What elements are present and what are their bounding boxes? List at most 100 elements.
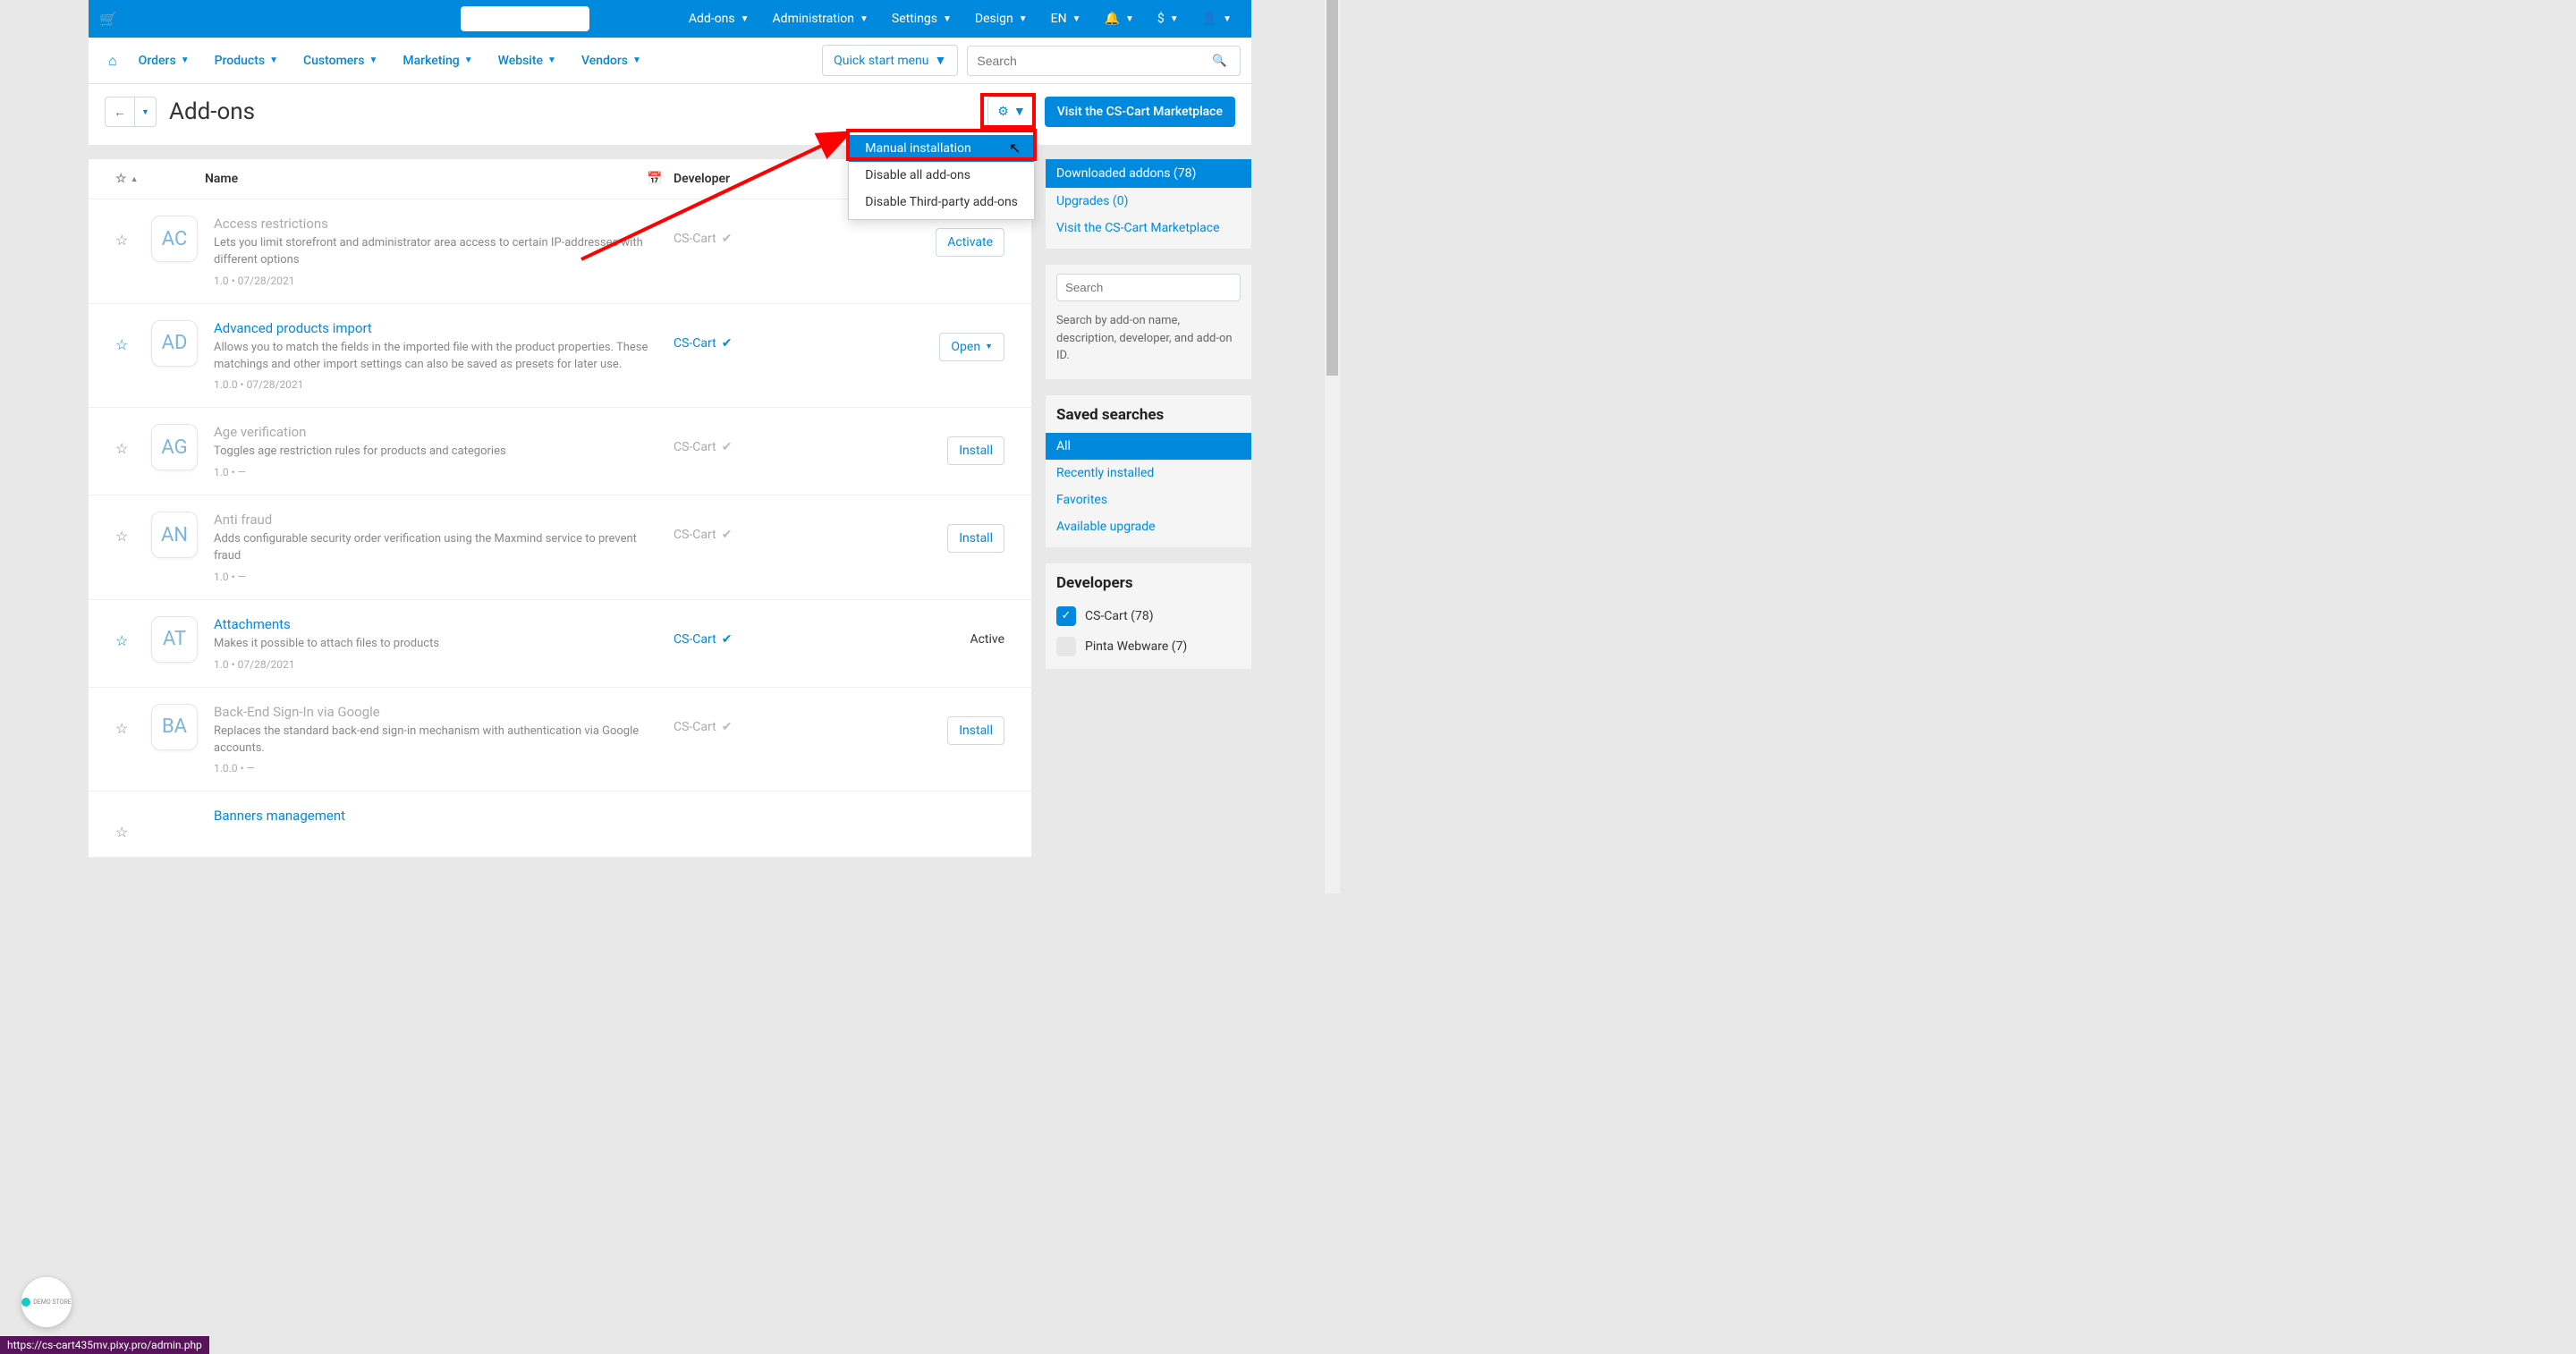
notifications-icon[interactable]: 🔔 ▼ <box>1096 0 1143 38</box>
addon-badge: AD <box>151 320 198 367</box>
top-administration[interactable]: Administration▼ <box>764 0 877 38</box>
sidebar-upgrades[interactable]: Upgrades (0) <box>1046 188 1251 215</box>
global-search-input[interactable] <box>967 46 1199 76</box>
addon-row: ☆ Banners management <box>89 791 1031 858</box>
top-settings[interactable]: Settings▼ <box>883 0 961 38</box>
cart-icon[interactable]: 🛒 <box>99 11 117 28</box>
addon-developer: CS-Cart✔ <box>674 424 888 454</box>
developer-filter-label: CS-Cart (78) <box>1085 609 1154 623</box>
favorite-star[interactable]: ☆ <box>115 808 151 841</box>
scrollbar-thumb[interactable] <box>1326 0 1338 376</box>
nav-products[interactable]: Products▼ <box>202 54 291 68</box>
addon-description: Toggles age restriction rules for produc… <box>214 444 656 461</box>
menu-disable-third-party[interactable]: Disable Third-party add-ons <box>849 189 1034 216</box>
addon-description: Replaces the standard back-end sign-in m… <box>214 724 656 757</box>
developer-link[interactable]: CS-Cart <box>674 232 716 246</box>
sidebar-search-card: Search by add-on name, description, deve… <box>1046 265 1251 379</box>
addon-action-button[interactable]: Install <box>947 716 1004 745</box>
developer-link[interactable]: CS-Cart <box>674 720 716 734</box>
addon-badge: AT <box>151 616 198 663</box>
addon-row: ☆ AG Age verification Toggles age restri… <box>89 408 1031 495</box>
nav-website[interactable]: Website▼ <box>486 54 569 68</box>
addon-meta: 1.0 • 07/28/2021 <box>214 658 656 671</box>
addon-action-button[interactable]: Install <box>947 524 1004 553</box>
developer-link[interactable]: CS-Cart <box>674 528 716 542</box>
addon-action-button[interactable]: Activate <box>936 228 1004 257</box>
favorite-star[interactable]: ☆ <box>115 616 151 649</box>
nav-marketing[interactable]: Marketing▼ <box>390 54 485 68</box>
saved-recently-installed[interactable]: Recently installed <box>1046 460 1251 487</box>
top-addons[interactable]: Add-ons▼ <box>680 0 758 38</box>
addon-meta: 1.0.0 • — <box>214 762 656 774</box>
favorite-star[interactable]: ☆ <box>115 424 151 457</box>
sidebar-saved-searches: Saved searches All Recently installed Fa… <box>1046 395 1251 547</box>
developer-filter-label: Pinta Webware (7) <box>1085 639 1187 654</box>
sidebar-downloads: Downloaded addons (78) Upgrades (0) Visi… <box>1046 159 1251 249</box>
top-language[interactable]: EN▼ <box>1042 0 1090 38</box>
menu-disable-all-addons[interactable]: Disable all add-ons <box>849 162 1034 189</box>
addon-row: ☆ AD Advanced products import Allows you… <box>89 304 1031 409</box>
nav-customers[interactable]: Customers▼ <box>291 54 390 68</box>
main-nav: ⌂ Orders▼ Products▼ Customers▼ Marketing… <box>89 38 1251 84</box>
addon-status: Active <box>970 629 1004 647</box>
developers-title: Developers <box>1046 563 1251 601</box>
addon-action-button[interactable]: Open ▼ <box>939 333 1004 361</box>
addon-developer: CS-Cart✔ <box>674 216 888 246</box>
page-title: Add-ons <box>169 98 255 125</box>
addon-name[interactable]: Banners management <box>214 808 656 824</box>
nav-vendors[interactable]: Vendors▼ <box>569 54 654 68</box>
sidebar-visit-marketplace[interactable]: Visit the CS-Cart Marketplace <box>1046 215 1251 241</box>
saved-available-upgrade[interactable]: Available upgrade <box>1046 513 1251 540</box>
demo-store-badge[interactable]: DEMO STORE <box>21 1277 72 1327</box>
saved-searches-title: Saved searches <box>1046 395 1251 433</box>
favorite-star[interactable]: ☆ <box>115 320 151 353</box>
saved-favorites[interactable]: Favorites <box>1046 487 1251 513</box>
developer-link[interactable]: CS-Cart <box>674 440 716 454</box>
sidebar-downloaded-addons[interactable]: Downloaded addons (78) <box>1046 159 1251 188</box>
addon-meta: 1.0 • 07/28/2021 <box>214 275 656 287</box>
col-name[interactable]: Name <box>151 172 647 186</box>
status-bar-url: https://cs-cart435mv.pixy.pro/admin.php <box>0 1336 209 1354</box>
checkbox-icon[interactable]: ✓ <box>1056 606 1076 626</box>
gear-button[interactable]: ⚙▼ <box>987 97 1035 126</box>
addon-name[interactable]: Attachments <box>214 616 656 632</box>
currency-icon[interactable]: $ ▼ <box>1148 0 1188 38</box>
top-design[interactable]: Design▼ <box>966 0 1037 38</box>
calendar-icon[interactable]: 📅 <box>647 172 674 186</box>
visit-marketplace-button[interactable]: Visit the CS-Cart Marketplace <box>1045 97 1235 127</box>
addon-name: Age verification <box>214 424 656 440</box>
user-icon[interactable]: 👤 ▼ <box>1193 0 1241 38</box>
addon-meta: 1.0.0 • 07/28/2021 <box>214 378 656 391</box>
saved-all-tab[interactable]: All <box>1046 433 1251 460</box>
favorite-star[interactable]: ☆ <box>115 512 151 545</box>
addon-name[interactable]: Advanced products import <box>214 320 656 336</box>
addon-name: Anti fraud <box>214 512 656 528</box>
quick-start-menu-button[interactable]: Quick start menu▼ <box>822 45 958 76</box>
addon-action-button[interactable]: Install <box>947 436 1004 465</box>
developer-link[interactable]: CS-Cart <box>674 632 716 647</box>
global-search-button[interactable]: 🔍 <box>1199 46 1241 76</box>
nav-orders[interactable]: Orders▼ <box>126 54 202 68</box>
verified-icon: ✔ <box>722 632 733 647</box>
addon-badge: AN <box>151 512 198 558</box>
page-header: ← ▼ Add-ons ⚙▼ Manual installation Disab… <box>89 84 1251 145</box>
scrollbar[interactable] <box>1325 0 1340 893</box>
sidebar-search-input[interactable] <box>1056 274 1241 301</box>
favorite-star[interactable]: ☆ <box>115 216 151 249</box>
developer-filter-row[interactable]: Pinta Webware (7) <box>1046 631 1251 662</box>
menu-manual-installation[interactable]: Manual installation <box>849 135 1034 162</box>
sidebar: Downloaded addons (78) Upgrades (0) Visi… <box>1046 159 1251 858</box>
store-setup-wizard-button[interactable]: Store setup wizard <box>461 6 589 31</box>
addon-badge: AC <box>151 216 198 262</box>
back-dropdown[interactable]: ▼ <box>135 97 157 127</box>
verified-icon: ✔ <box>722 336 733 351</box>
favorite-star[interactable]: ☆ <box>115 704 151 737</box>
star-icon[interactable]: ☆ <box>115 172 127 186</box>
checkbox-icon[interactable] <box>1056 637 1076 656</box>
home-icon[interactable]: ⌂ <box>99 52 126 70</box>
developer-filter-row[interactable]: ✓ CS-Cart (78) <box>1046 601 1251 631</box>
addon-developer: CS-Cart✔ <box>674 704 888 734</box>
developer-link[interactable]: CS-Cart <box>674 336 716 351</box>
addon-description: Lets you limit storefront and administra… <box>214 235 656 269</box>
back-button[interactable]: ← <box>105 97 135 127</box>
